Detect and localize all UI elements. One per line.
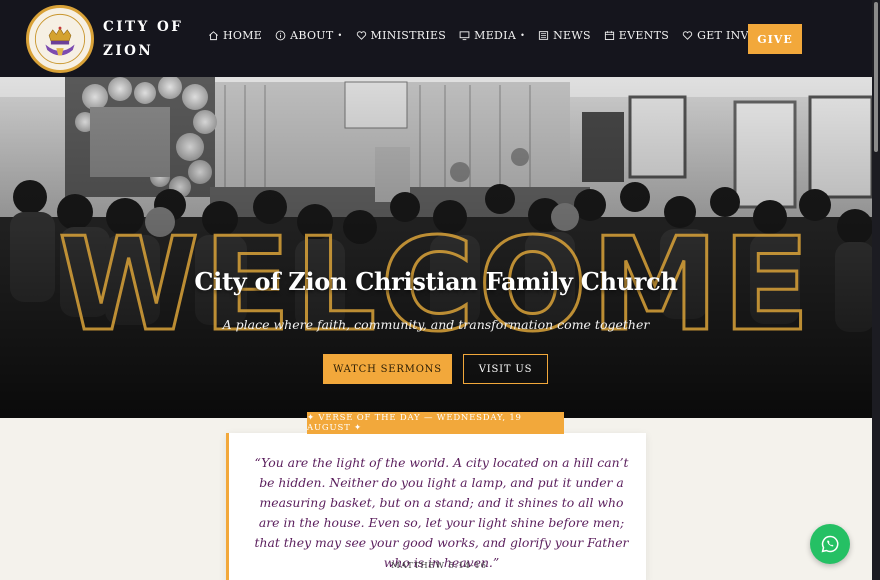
nav-item-home[interactable]: HOME (208, 29, 262, 42)
hero-title: City of Zion Christian Family Church (194, 267, 678, 296)
hero-section: WELCOME City of Zion Christian Family Ch… (0, 77, 872, 418)
nav-item-label: MEDIA (474, 29, 517, 42)
page-scrollbar[interactable] (872, 0, 880, 580)
caret-down-icon: • (520, 31, 526, 40)
nav-item-label: EVENTS (618, 29, 670, 42)
whatsapp-icon (821, 535, 839, 553)
main-menu: HOME ABOUT • MINISTRIES MEDIA • NEWS EVE… (208, 29, 812, 42)
nav-item-label: HOME (223, 29, 263, 42)
home-icon (209, 31, 218, 41)
verse-of-the-day-tag: ✦ VERSE OF THE DAY — WEDNESDAY, 19 AUGUS… (307, 412, 564, 434)
give-button[interactable]: GIVE (748, 24, 802, 54)
nav-item-about[interactable]: ABOUT • (275, 29, 342, 42)
watch-sermons-button[interactable]: WATCH SERMONS (323, 354, 452, 384)
brand-line-1: CITY OF (103, 19, 184, 35)
brand-name[interactable]: CITY OF ZION (103, 15, 183, 63)
heart-icon (682, 31, 693, 40)
verse-card: “You are the light of the world. A city … (226, 433, 646, 580)
nav-item-label: NEWS (553, 29, 591, 42)
brand-line-2: ZION (103, 43, 154, 59)
church-logo[interactable] (26, 5, 94, 73)
newspaper-icon (539, 31, 549, 40)
caret-down-icon: • (337, 31, 343, 40)
logo-emblem (29, 8, 91, 70)
info-icon (275, 30, 286, 41)
verse-text: “You are the light of the world. A city … (254, 455, 629, 570)
calendar-icon (604, 30, 614, 40)
monitor-icon (459, 31, 470, 41)
verse-reference: MATTHEW 5:14-16 (391, 561, 487, 571)
nav-item-ministries[interactable]: MINISTRIES (356, 29, 447, 42)
nav-item-news[interactable]: NEWS (538, 29, 591, 42)
hero-subtitle: A place where faith, community, and tran… (222, 317, 650, 332)
visit-us-button[interactable]: VISIT US (463, 354, 548, 384)
nav-item-label: ABOUT (290, 29, 334, 42)
heart-icon (356, 31, 366, 40)
nav-item-events[interactable]: EVENTS (604, 29, 669, 42)
scrollbar-thumb[interactable] (874, 2, 878, 152)
whatsapp-button[interactable] (810, 524, 850, 564)
top-navbar: CITY OF ZION HOME ABOUT • MINISTRIES MED… (0, 0, 872, 77)
nav-item-media[interactable]: MEDIA • (459, 29, 525, 42)
nav-item-label: MINISTRIES (370, 29, 447, 42)
